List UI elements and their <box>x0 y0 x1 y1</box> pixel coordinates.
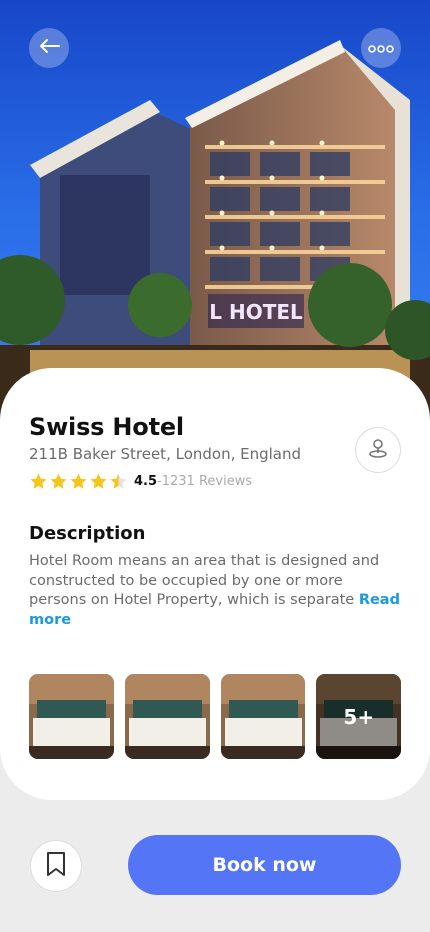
description-text: Hotel Room means an area that is designe… <box>29 552 401 630</box>
hotel-details-card: Swiss Hotel 211B Baker Street, London, E… <box>0 368 430 800</box>
map-pin-icon <box>368 437 388 463</box>
hotel-address: 211B Baker Street, London, England <box>29 445 302 463</box>
hotel-name: Swiss Hotel <box>29 413 184 441</box>
map-location-button[interactable] <box>355 427 401 473</box>
more-horizontal-icon <box>368 39 394 58</box>
description-heading: Description <box>29 523 146 544</box>
gallery-more-photos[interactable]: 5+ <box>316 674 401 759</box>
back-button[interactable] <box>29 28 69 68</box>
bookmark-icon <box>46 851 66 881</box>
review-count[interactable]: -1231 Reviews <box>157 474 252 489</box>
gallery-photo[interactable] <box>220 674 306 759</box>
more-options-button[interactable] <box>361 28 401 68</box>
hotel-hero-image: L HOTEL <box>0 0 430 430</box>
hotel-sign: L HOTEL <box>209 300 303 324</box>
rating-value: 4.5 <box>134 473 158 489</box>
gallery-photo[interactable] <box>29 674 114 759</box>
half-star-icon <box>110 473 127 489</box>
star-rating <box>29 472 128 491</box>
arrow-left-icon <box>38 38 60 58</box>
description-body: Hotel Room means an area that is designe… <box>29 553 380 608</box>
star-icon <box>90 473 107 489</box>
photo-gallery: 5+ <box>29 674 401 759</box>
star-icon <box>50 473 67 489</box>
bookmark-button[interactable] <box>30 840 82 892</box>
star-icon <box>30 473 47 489</box>
book-now-button[interactable]: Book now <box>128 835 401 895</box>
rating-row: 4.5 -1231 Reviews <box>29 470 401 492</box>
gallery-photo[interactable] <box>124 674 210 759</box>
more-photos-count: 5+ <box>316 674 401 759</box>
star-icon <box>70 473 87 489</box>
